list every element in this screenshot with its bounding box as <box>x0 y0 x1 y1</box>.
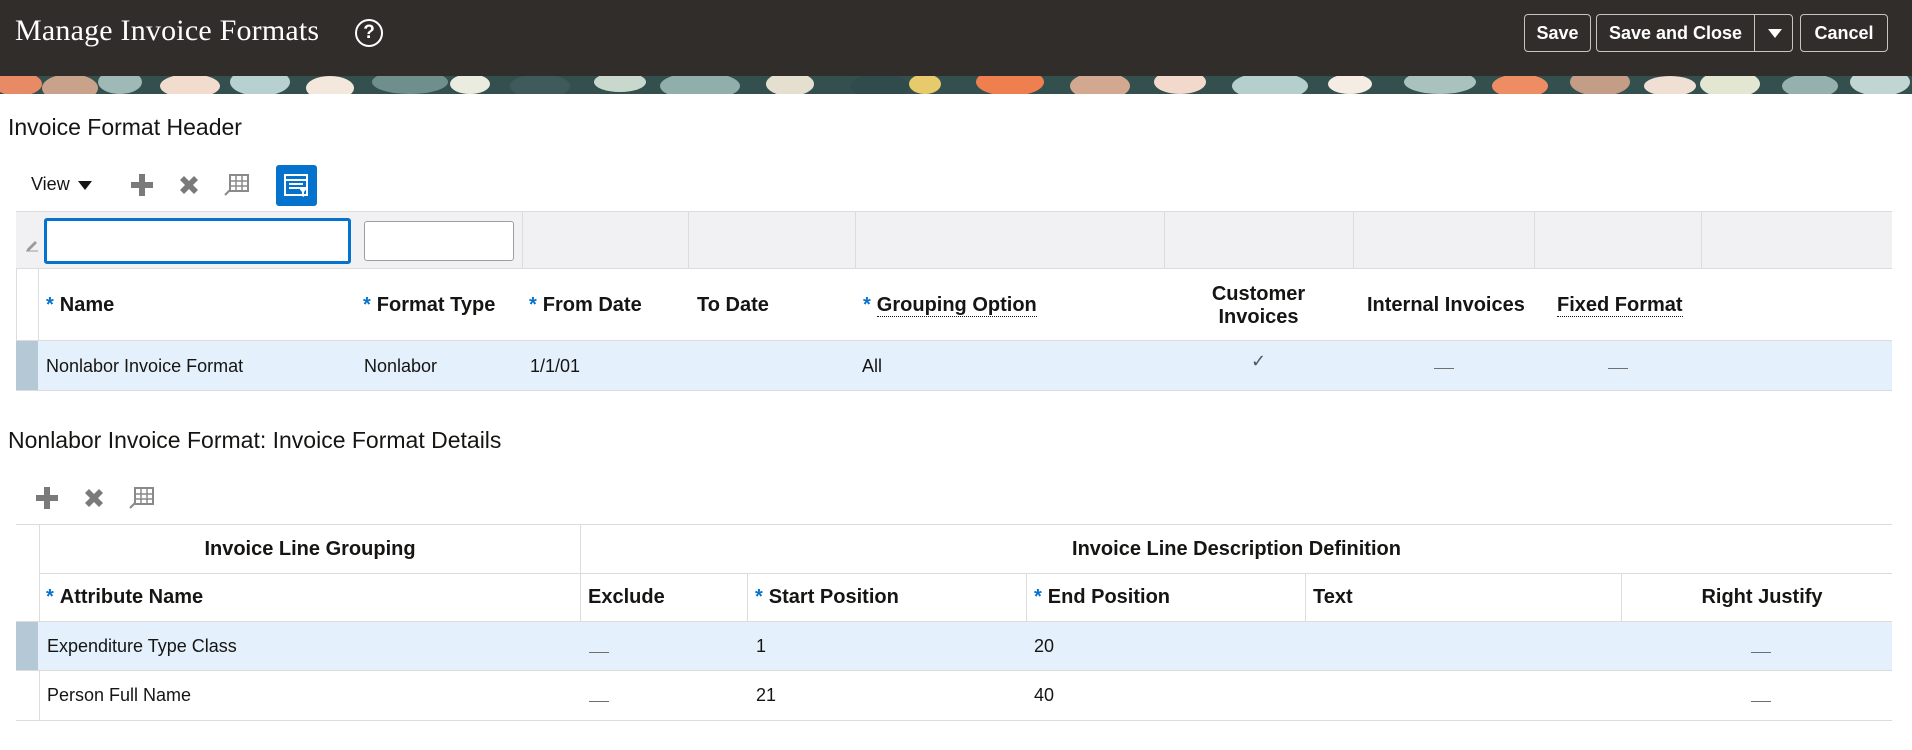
divider <box>16 720 1892 721</box>
divider <box>38 269 39 341</box>
clear-filter-eraser-icon[interactable] <box>24 236 40 257</box>
delete-row-x-icon[interactable] <box>175 171 203 199</box>
column-header-to-date[interactable]: To Date <box>697 294 769 317</box>
column-header-internal-invoices[interactable]: Internal Invoices <box>1367 294 1525 317</box>
table-row[interactable] <box>16 341 1892 390</box>
cell-start-position: 1 <box>756 636 767 656</box>
cell-from-date: 1/1/01 <box>530 356 581 376</box>
row-selection-indicator <box>16 622 38 670</box>
add-row-plus-icon[interactable] <box>128 171 156 199</box>
row-selection-indicator <box>16 341 38 390</box>
page-header: Manage Invoice Formats ? Save Save and C… <box>0 0 1912 76</box>
delete-row-x-icon[interactable] <box>80 484 108 512</box>
save-and-close-button[interactable]: Save and Close <box>1596 14 1793 52</box>
divider <box>16 390 1892 391</box>
divider <box>1305 573 1306 622</box>
divider <box>688 211 689 269</box>
cancel-button[interactable]: Cancel <box>1800 14 1888 52</box>
column-header-exclude[interactable]: Exclude <box>588 586 665 609</box>
banner-pattern-image <box>0 76 1912 94</box>
save-options-chevron-down-icon[interactable] <box>1755 15 1793 51</box>
format-header-section-title: Invoice Format Header <box>8 114 242 140</box>
cell-end-position: 20 <box>1034 636 1055 656</box>
cell-format-type: Nonlabor <box>364 356 438 376</box>
right-justify-unchecked-dash <box>1751 652 1771 653</box>
help-icon[interactable]: ? <box>355 19 383 47</box>
column-header-from-date[interactable]: * From Date <box>529 294 642 317</box>
decorative-banner <box>0 76 1912 94</box>
divider <box>1026 573 1027 622</box>
cell-end-position: 40 <box>1034 685 1055 705</box>
format-details-section-title: Nonlabor Invoice Format: Invoice Format … <box>8 427 502 453</box>
divider <box>1701 211 1702 269</box>
cell-attribute-name: Expenditure Type Class <box>47 636 237 656</box>
view-menu[interactable]: View <box>31 174 92 195</box>
column-header-end-position[interactable]: * End Position <box>1034 586 1170 609</box>
right-justify-unchecked-dash <box>1751 701 1771 702</box>
column-header-text[interactable]: Text <box>1313 586 1353 609</box>
column-header-format-type[interactable]: * Format Type <box>363 294 495 317</box>
divider <box>522 211 523 269</box>
freeze-columns-icon[interactable] <box>127 484 155 512</box>
cell-grouping-option: All <box>862 356 883 376</box>
freeze-columns-icon[interactable] <box>222 171 250 199</box>
divider <box>1164 211 1165 269</box>
name-filter-input[interactable] <box>44 218 351 264</box>
divider <box>39 573 1892 574</box>
group-header-invoice-line-grouping: Invoice Line Grouping <box>204 538 416 560</box>
column-header-fixed-format[interactable]: Fixed Format <box>1557 294 1683 317</box>
format-type-filter-input[interactable] <box>364 221 514 261</box>
column-header-customer-invoices[interactable]: Customer Invoices <box>1164 283 1353 329</box>
exclude-unchecked-dash <box>589 652 609 653</box>
table-row[interactable] <box>16 622 1892 670</box>
divider <box>16 670 1892 671</box>
divider <box>16 524 1892 525</box>
add-row-plus-icon[interactable] <box>33 484 61 512</box>
divider <box>16 269 17 341</box>
cell-start-position: 21 <box>756 685 777 705</box>
internal-invoices-unchecked-dash <box>1434 368 1454 369</box>
group-header-invoice-line-description: Invoice Line Description Definition <box>1072 538 1401 560</box>
fixed-format-unchecked-dash <box>1608 368 1628 369</box>
query-by-example-toggle-icon[interactable] <box>276 165 317 206</box>
column-header-attribute-name[interactable]: * Attribute Name <box>46 586 203 609</box>
column-header-start-position[interactable]: * Start Position <box>755 586 899 609</box>
chevron-down-icon <box>77 180 92 190</box>
exclude-unchecked-dash <box>589 701 609 702</box>
cell-name: Nonlabor Invoice Format <box>46 356 244 376</box>
cell-attribute-name: Person Full Name <box>47 685 192 705</box>
divider <box>1534 211 1535 269</box>
save-and-close-label[interactable]: Save and Close <box>1597 15 1754 51</box>
page-title: Manage Invoice Formats <box>15 14 320 47</box>
column-header-grouping-option[interactable]: * Grouping Option <box>863 294 1037 317</box>
divider <box>855 211 856 269</box>
divider <box>747 573 748 622</box>
column-header-right-justify[interactable]: Right Justify <box>1622 586 1902 609</box>
customer-invoices-checkmark-icon: ✓ <box>1251 351 1267 371</box>
save-button[interactable]: Save <box>1524 14 1591 52</box>
column-header-name[interactable]: * Name <box>46 294 114 317</box>
divider <box>1353 211 1354 269</box>
